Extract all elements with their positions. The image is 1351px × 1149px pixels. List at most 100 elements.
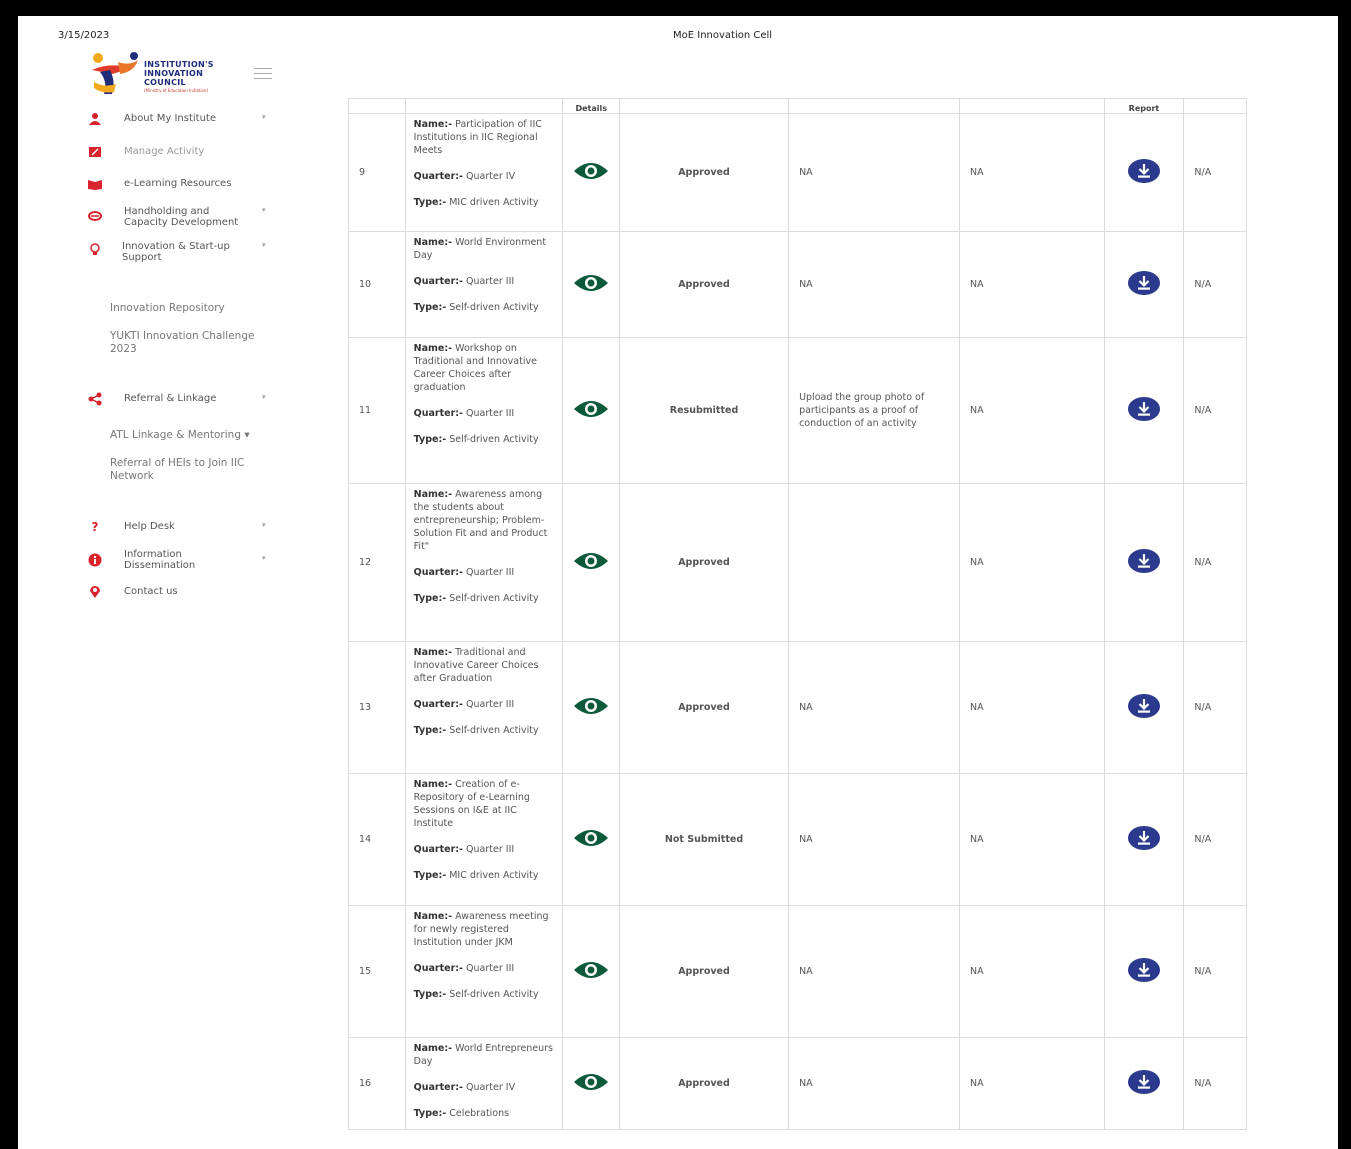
value-cell: N/A <box>1183 773 1247 906</box>
view-eye-icon[interactable] <box>573 1072 609 1092</box>
view-eye-icon[interactable] <box>573 273 609 293</box>
view-eye-icon[interactable] <box>573 399 609 419</box>
chevron-down-icon: ▾ <box>262 393 266 401</box>
download-icon[interactable] <box>1127 826 1160 850</box>
status-badge: Approved <box>618 113 790 232</box>
view-eye-icon[interactable] <box>573 161 609 181</box>
status-badge: Approved <box>618 231 790 338</box>
value-cell: N/A <box>1183 483 1247 642</box>
status-badge: Approved <box>618 483 790 642</box>
hamburger-menu-icon[interactable] <box>254 68 272 80</box>
download-icon[interactable] <box>1127 271 1160 295</box>
view-eye-icon[interactable] <box>573 960 609 980</box>
value-cell: NA <box>959 773 1105 906</box>
bulb-icon <box>90 243 100 255</box>
column-header <box>348 98 406 114</box>
sidebar-item-referral-heis[interactable]: Referral of HEIs to Join IIC Network <box>110 457 244 483</box>
serial-number: 13 <box>348 641 406 774</box>
edit-icon <box>89 147 101 157</box>
activity-name: Name:- Traditional and Innovative Career… <box>413 647 539 684</box>
view-eye-icon[interactable] <box>573 551 609 571</box>
table-row: 13 Name:- Traditional and Innovative Car… <box>348 641 1247 774</box>
chevron-down-icon: ▾ <box>262 521 266 529</box>
activity-details: Name:- World Entrepreneurs Day Quarter:-… <box>404 1037 564 1130</box>
activity-details: Name:- Traditional and Innovative Career… <box>404 641 564 774</box>
serial-number: 15 <box>348 905 406 1038</box>
table-row: 16 Name:- World Entrepreneurs Day Quarte… <box>348 1037 1247 1130</box>
value-cell: N/A <box>1183 1037 1247 1130</box>
table-row: 12 Name:- Awareness among the students a… <box>348 483 1247 642</box>
activity-details: Name:- Awareness meeting for newly regis… <box>404 905 564 1038</box>
activity-name: Name:- Participation of IIC Institutions… <box>413 119 542 156</box>
column-header <box>1183 98 1247 114</box>
share-icon <box>88 392 102 406</box>
value-cell: N/A <box>1183 905 1247 1038</box>
remark-text: Upload the group photo of participants a… <box>788 337 960 484</box>
iic-logo-mark-icon <box>92 52 138 94</box>
download-icon[interactable] <box>1127 1070 1160 1094</box>
status-badge: Resubmitted <box>618 337 790 484</box>
column-header <box>959 98 1105 114</box>
activity-quarter: Quarter:- Quarter IV <box>413 171 516 182</box>
activity-type: Type:- Self-driven Activity <box>413 725 539 736</box>
view-eye-icon[interactable] <box>573 828 609 848</box>
activity-name: Name:- Awareness among the students abou… <box>413 489 548 552</box>
chevron-down-icon: ▾ <box>262 241 266 249</box>
handshake-icon <box>88 211 102 221</box>
activity-details: Name:- Creation of e-Repository of e-Lea… <box>404 773 564 906</box>
logo-text: INSTITUTION'S INNOVATION COUNCIL <box>144 60 214 87</box>
chevron-down-icon: ▾ <box>262 554 266 562</box>
activity-type: Type:- Self-driven Activity <box>413 302 539 313</box>
download-icon[interactable] <box>1127 159 1160 183</box>
activity-quarter: Quarter:- Quarter III <box>413 699 515 710</box>
serial-number: 12 <box>348 483 406 642</box>
column-header <box>404 98 564 114</box>
print-date: 3/15/2023 <box>58 30 110 41</box>
activity-details: Name:- World Environment Day Quarter:- Q… <box>404 231 564 338</box>
column-header: Report <box>1103 98 1185 114</box>
print-title: MoE Innovation Cell <box>673 30 773 41</box>
sidebar-item-atl[interactable]: ATL Linkage & Mentoring ▾ <box>110 429 250 442</box>
user-icon <box>89 113 101 125</box>
activity-type: Type:- Self-driven Activity <box>413 989 539 1000</box>
view-eye-icon[interactable] <box>573 696 609 716</box>
value-cell: NA <box>959 337 1105 484</box>
status-badge: Approved <box>618 905 790 1038</box>
activity-type: Type:- Self-driven Activity <box>413 434 539 445</box>
column-header: Details <box>562 98 620 114</box>
sidebar-item-innovation-repository[interactable]: Innovation Repository <box>110 302 225 315</box>
column-header <box>618 98 790 114</box>
activity-quarter: Quarter:- Quarter III <box>413 567 515 578</box>
remark-text <box>788 483 960 642</box>
book-icon <box>88 180 102 190</box>
remark-text: NA <box>788 641 960 774</box>
remark-text: NA <box>788 773 960 906</box>
activity-table: Details Report 9 Name:- Participation of… <box>348 98 1247 1130</box>
status-badge: Not Submitted <box>618 773 790 906</box>
serial-number: 10 <box>348 231 406 338</box>
download-icon[interactable] <box>1127 549 1160 573</box>
status-badge: Approved <box>618 641 790 774</box>
location-icon <box>90 586 100 598</box>
activity-type: Type:- MIC driven Activity <box>413 197 539 208</box>
download-icon[interactable] <box>1127 694 1160 718</box>
value-cell: N/A <box>1183 113 1247 232</box>
value-cell: N/A <box>1183 231 1247 338</box>
remark-text: NA <box>788 231 960 338</box>
value-cell: NA <box>959 1037 1105 1130</box>
activity-details: Name:- Workshop on Traditional and Innov… <box>404 337 564 484</box>
table-header-row: Details Report <box>348 98 1247 114</box>
value-cell: N/A <box>1183 641 1247 774</box>
value-cell: NA <box>959 905 1105 1038</box>
iic-logo[interactable]: INSTITUTION'S INNOVATION COUNCIL (Ministry… <box>90 52 230 96</box>
value-cell: NA <box>959 641 1105 774</box>
column-header <box>788 98 960 114</box>
info-icon <box>88 553 102 567</box>
download-icon[interactable] <box>1127 397 1160 421</box>
sidebar-item-yukti[interactable]: YUKTI Innovation Challenge 2023 <box>110 330 254 356</box>
activity-name: Name:- Workshop on Traditional and Innov… <box>413 343 537 393</box>
activity-details: Name:- Awareness among the students abou… <box>404 483 564 642</box>
value-cell: NA <box>959 231 1105 338</box>
value-cell: NA <box>959 113 1105 232</box>
download-icon[interactable] <box>1127 958 1160 982</box>
